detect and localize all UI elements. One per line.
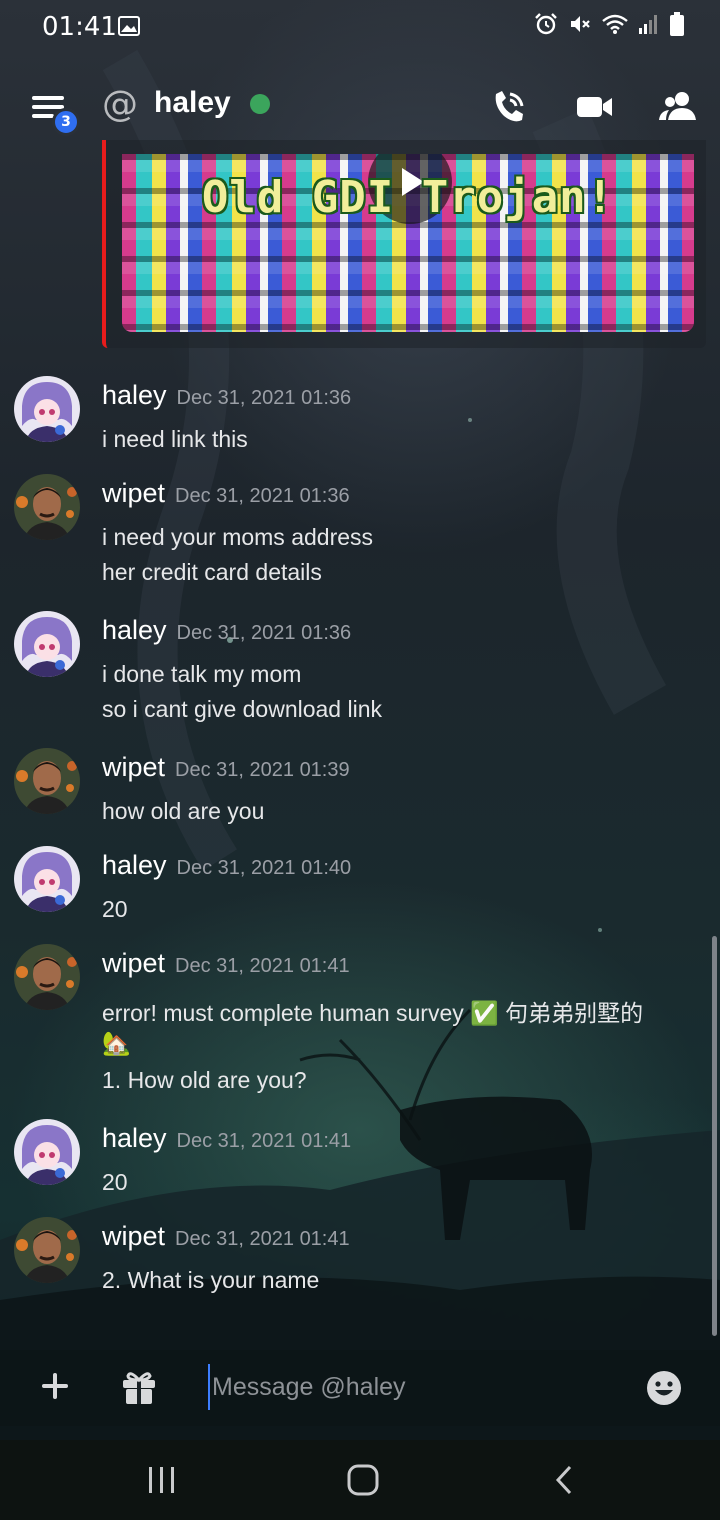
gift-button[interactable] bbox=[120, 1368, 158, 1410]
back-button[interactable] bbox=[552, 1464, 576, 1500]
message-author[interactable]: haley Dec 31, 2021 01:41 bbox=[102, 1123, 351, 1154]
message-scrollbar[interactable] bbox=[712, 936, 717, 1336]
avatar-haley[interactable] bbox=[14, 846, 80, 912]
alarm-icon bbox=[534, 12, 558, 40]
avatar-wipet[interactable] bbox=[14, 748, 80, 814]
message-timestamp: Dec 31, 2021 01:36 bbox=[176, 387, 352, 409]
emoji-button[interactable] bbox=[646, 1370, 682, 1410]
smiley-icon bbox=[647, 1371, 681, 1405]
author-name: haley bbox=[102, 1123, 167, 1153]
message-author[interactable]: wipet Dec 31, 2021 01:39 bbox=[102, 752, 350, 783]
author-name: haley bbox=[102, 850, 167, 880]
mute-icon bbox=[568, 12, 592, 40]
status-time: 01:41 bbox=[42, 12, 117, 42]
battery-icon bbox=[670, 12, 684, 40]
channel-header: 3 @ haley bbox=[0, 70, 720, 142]
video-embed[interactable]: Old GDI Trojan! bbox=[102, 140, 706, 348]
message-text: 2. What is your name bbox=[102, 1267, 320, 1293]
at-icon: @ bbox=[102, 84, 138, 125]
home-icon bbox=[347, 1464, 379, 1496]
message-timestamp: Dec 31, 2021 01:41 bbox=[175, 1228, 350, 1250]
message-text: i need link this bbox=[102, 426, 248, 452]
avatar-wipet[interactable] bbox=[14, 1217, 80, 1283]
recent-apps-icon bbox=[149, 1467, 174, 1493]
status-bar: 01:41 bbox=[0, 0, 720, 56]
embed-title: Old GDI Trojan! bbox=[201, 172, 615, 223]
author-name: wipet bbox=[102, 752, 166, 782]
message-timestamp: Dec 31, 2021 01:36 bbox=[175, 485, 350, 507]
signal-icon bbox=[638, 13, 660, 39]
video-call-button[interactable] bbox=[576, 88, 614, 130]
message-text: 20 bbox=[102, 896, 128, 922]
message-input[interactable] bbox=[208, 1364, 628, 1410]
wifi-icon bbox=[602, 13, 628, 39]
online-status-icon bbox=[250, 94, 270, 114]
embed-thumbnail[interactable]: Old GDI Trojan! bbox=[122, 154, 694, 332]
phone-call-icon bbox=[495, 91, 524, 122]
message-timestamp: Dec 31, 2021 01:36 bbox=[176, 622, 352, 644]
message-text: her credit card details bbox=[102, 559, 322, 585]
message-text: 1. How old are you? bbox=[102, 1067, 307, 1093]
people-icon bbox=[659, 92, 696, 120]
message-timestamp: Dec 31, 2021 01:40 bbox=[176, 857, 352, 879]
avatar-haley[interactable] bbox=[14, 376, 80, 442]
message-author[interactable]: wipet Dec 31, 2021 01:41 bbox=[102, 948, 350, 979]
attach-button[interactable] bbox=[40, 1370, 70, 1406]
message-text: 20 bbox=[102, 1169, 128, 1195]
back-chevron-icon bbox=[555, 1465, 572, 1495]
avatar-wipet[interactable] bbox=[14, 474, 80, 540]
message-composer bbox=[0, 1350, 720, 1426]
author-name: wipet bbox=[102, 478, 166, 508]
message-text: so i cant give download link bbox=[102, 696, 382, 722]
message-timestamp: Dec 31, 2021 01:39 bbox=[175, 759, 350, 781]
avatar-haley[interactable] bbox=[14, 611, 80, 677]
message-text: i need your moms address bbox=[102, 524, 374, 550]
author-name: wipet bbox=[102, 948, 166, 978]
recent-apps-button[interactable] bbox=[146, 1464, 178, 1500]
gift-icon bbox=[123, 1372, 155, 1404]
system-navigation-bar bbox=[0, 1440, 720, 1520]
author-name: haley bbox=[102, 615, 167, 645]
message-author[interactable]: wipet Dec 31, 2021 01:36 bbox=[102, 478, 350, 509]
image-icon bbox=[118, 16, 140, 40]
message-timestamp: Dec 31, 2021 01:41 bbox=[175, 955, 350, 977]
message-text: error! must complete human survey ✅ 句弟弟别… bbox=[102, 1000, 644, 1026]
home-button[interactable] bbox=[346, 1464, 380, 1500]
message-author[interactable]: wipet Dec 31, 2021 01:41 bbox=[102, 1221, 350, 1252]
unread-badge: 3 bbox=[52, 108, 80, 136]
message-author[interactable]: haley Dec 31, 2021 01:40 bbox=[102, 850, 351, 881]
member-list-button[interactable] bbox=[658, 88, 698, 130]
message-text: i done talk my mom bbox=[102, 661, 302, 687]
plus-icon bbox=[42, 1373, 68, 1399]
status-icons bbox=[534, 12, 684, 40]
message-emoji: 🏡 bbox=[102, 1030, 131, 1056]
message-author[interactable]: haley Dec 31, 2021 01:36 bbox=[102, 380, 351, 411]
avatar-haley[interactable] bbox=[14, 1119, 80, 1185]
author-name: wipet bbox=[102, 1221, 166, 1251]
message-timestamp: Dec 31, 2021 01:41 bbox=[176, 1130, 352, 1152]
video-camera-icon bbox=[577, 97, 612, 117]
call-button[interactable] bbox=[490, 88, 528, 130]
message-text: how old are you bbox=[102, 798, 265, 824]
avatar-wipet[interactable] bbox=[14, 944, 80, 1010]
message-author[interactable]: haley Dec 31, 2021 01:36 bbox=[102, 615, 351, 646]
channel-title: haley bbox=[154, 86, 231, 119]
author-name: haley bbox=[102, 380, 167, 410]
